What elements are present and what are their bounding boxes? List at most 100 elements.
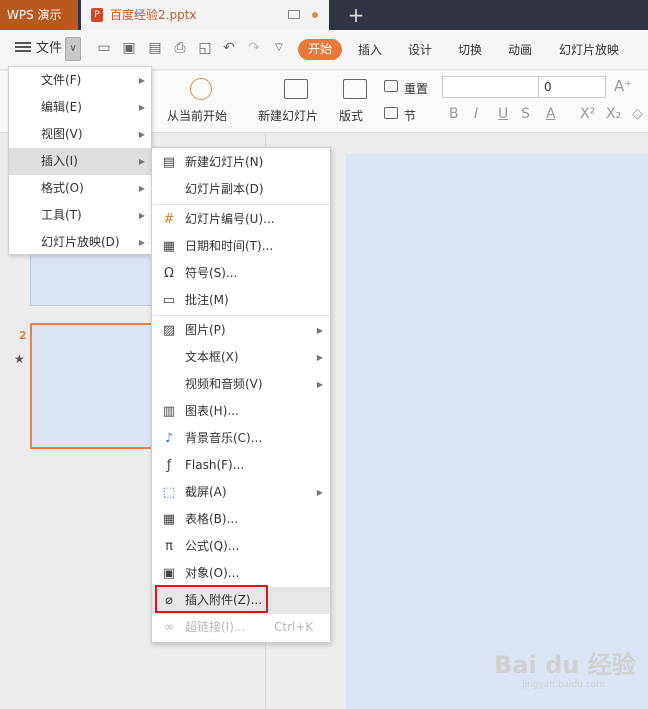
reset-icon — [384, 80, 398, 92]
app-name: WPS 演示 — [7, 8, 62, 22]
table-icon: ▦ — [162, 512, 176, 527]
menu-item-symbol[interactable]: Ω 符号(S)... — [152, 260, 330, 287]
animation-star-icon: ★ — [14, 352, 25, 366]
bold-icon[interactable]: B — [449, 105, 459, 123]
menu-item-new-slide[interactable]: ▤ 新建幻灯片(N) — [152, 149, 330, 176]
strikethrough-icon[interactable]: S — [521, 105, 530, 123]
menu-item-hyperlink[interactable]: ∞ 超链接(I)... Ctrl+K — [152, 614, 330, 641]
slide-number-icon: # — [163, 212, 175, 227]
redo-icon[interactable]: ↷ — [245, 39, 263, 57]
submenu-arrow-icon: ▶ — [316, 326, 323, 335]
comment-icon: ▭ — [162, 293, 176, 308]
file-dropdown-menu: 文件(F) ▶ 编辑(E) ▶ 视图(V) ▶ 插入(I) ▶ 格式(O) ▶ 工具(T)… — [8, 66, 152, 255]
link-icon: ∞ — [163, 620, 175, 635]
chart-icon: ▥ — [162, 404, 176, 419]
font-color-icon[interactable]: A — [546, 105, 556, 123]
reset-button[interactable]: 重置 — [404, 80, 428, 97]
submenu-arrow-icon: ▶ — [138, 238, 145, 247]
subscript-icon[interactable]: X₂ — [606, 105, 621, 123]
menu-item-tools[interactable]: 工具(T) ▶ — [9, 202, 151, 229]
object-icon: ▣ — [162, 566, 176, 581]
menu-item-chart[interactable]: ▥ 图表(H)... — [152, 398, 330, 425]
slide-thumbnail-2[interactable] — [30, 323, 155, 449]
menu-item-file[interactable]: 文件(F) ▶ — [9, 67, 151, 94]
menu-item-equation[interactable]: π 公式(Q)... — [152, 533, 330, 560]
menu-item-comment[interactable]: ▭ 批注(M) — [152, 287, 330, 314]
chevron-down-icon[interactable]: ∨ — [65, 37, 81, 61]
music-note-icon: ♪ — [164, 431, 174, 446]
menu-item-date-time[interactable]: ▦ 日期和时间(T)... — [152, 233, 330, 260]
pdf-icon[interactable]: ▤ — [146, 39, 164, 57]
menu-item-object[interactable]: ▣ 对象(O)... — [152, 560, 330, 587]
tab-transition[interactable]: 切换 — [458, 42, 482, 58]
menu-item-duplicate-slide[interactable]: 幻灯片副本(D) — [152, 176, 330, 203]
layout-button[interactable]: 版式 — [339, 107, 363, 124]
hyperlink-shortcut: Ctrl+K — [274, 620, 314, 634]
menu-item-textbox[interactable]: 文本框(X) ▶ — [152, 344, 330, 371]
from-current-button[interactable]: 从当前开始 — [167, 107, 227, 124]
print-icon[interactable]: ⎙ — [171, 39, 189, 57]
menu-item-table[interactable]: ▦ 表格(B)... — [152, 506, 330, 533]
tab-insert[interactable]: 插入 — [358, 42, 382, 58]
menu-item-flash[interactable]: ƒ Flash(F)... — [152, 452, 330, 479]
menu-item-background-music[interactable]: ♪ 背景音乐(C)... — [152, 425, 330, 452]
app-tab[interactable]: WPS 演示 — [0, 0, 78, 30]
new-slide-button[interactable]: 新建幻灯片 — [258, 107, 318, 124]
picture-icon: ▨ — [162, 323, 176, 338]
menu-item-edit[interactable]: 编辑(E) ▶ — [9, 94, 151, 121]
play-icon[interactable] — [190, 78, 212, 100]
title-bar: WPS 演示 P 百度经验2.pptx + — [0, 0, 648, 30]
submenu-arrow-icon: ▶ — [138, 211, 145, 220]
underline-icon[interactable]: U — [498, 105, 508, 123]
menu-item-screenshot[interactable]: ⬚ 截屏(A) ▶ — [152, 479, 330, 506]
undo-icon[interactable]: ↶ — [220, 39, 238, 57]
clear-format-icon[interactable]: ◇ — [632, 105, 643, 123]
monitor-icon[interactable] — [288, 10, 300, 19]
grow-font-icon[interactable]: A⁺ — [614, 77, 632, 95]
print-preview-icon[interactable]: ◱ — [196, 39, 214, 57]
section-button[interactable]: 节 — [404, 107, 416, 124]
screenshot-icon: ⬚ — [162, 485, 176, 500]
menu-item-format[interactable]: 格式(O) ▶ — [9, 175, 151, 202]
submenu-arrow-icon: ▶ — [138, 184, 145, 193]
omega-icon: Ω — [164, 266, 174, 281]
new-tab-plus-icon[interactable]: + — [346, 3, 366, 27]
calendar-icon: ▦ — [162, 239, 176, 254]
menu-separator — [153, 204, 329, 205]
menu-item-slide-number[interactable]: # 幻灯片编号(U)... — [152, 206, 330, 233]
font-name-input[interactable] — [442, 76, 540, 98]
unsaved-dot-icon — [312, 12, 318, 18]
file-menu-button[interactable]: 文件 — [36, 40, 62, 58]
superscript-icon[interactable]: X² — [580, 105, 595, 123]
menu-item-picture[interactable]: ▨ 图片(P) ▶ — [152, 317, 330, 344]
menu-item-slideshow[interactable]: 幻灯片放映(D) ▶ — [9, 229, 151, 256]
menu-item-insert[interactable]: 插入(I) ▶ — [9, 148, 151, 175]
document-name: 百度经验2.pptx — [110, 8, 197, 22]
submenu-arrow-icon: ▶ — [316, 380, 323, 389]
customize-dropdown-icon[interactable]: ▽ — [270, 39, 288, 57]
italic-icon[interactable]: I — [474, 105, 478, 123]
open-folder-icon[interactable]: ▭ — [95, 39, 113, 57]
font-size-input[interactable]: 0 — [538, 76, 606, 98]
menu-item-video-audio[interactable]: 视频和音频(V) ▶ — [152, 371, 330, 398]
presentation-file-icon: P — [91, 8, 103, 22]
flash-icon: ƒ — [166, 458, 172, 473]
tab-design[interactable]: 设计 — [408, 42, 432, 58]
tab-animation[interactable]: 动画 — [508, 42, 532, 58]
baidu-jingyan-watermark: Bai du 经验 — [494, 651, 636, 679]
watermark-url: jingyan.baidu.com — [522, 680, 606, 690]
slide-canvas[interactable] — [346, 154, 648, 709]
highlight-box — [155, 585, 268, 613]
document-tab[interactable]: P 百度经验2.pptx — [81, 0, 329, 30]
new-slide-icon[interactable] — [284, 79, 308, 99]
pi-icon: π — [165, 539, 173, 554]
menu-item-view[interactable]: 视图(V) ▶ — [9, 121, 151, 148]
tab-home[interactable]: 开始 — [298, 39, 342, 60]
layout-icon[interactable] — [343, 79, 367, 99]
hamburger-icon[interactable] — [15, 40, 31, 56]
section-icon — [384, 107, 398, 119]
save-icon[interactable]: ▣ — [120, 39, 138, 57]
tab-slideshow[interactable]: 幻灯片放映 — [559, 42, 619, 58]
new-slide-icon: ▤ — [162, 155, 176, 170]
submenu-arrow-icon: ▶ — [138, 76, 145, 85]
